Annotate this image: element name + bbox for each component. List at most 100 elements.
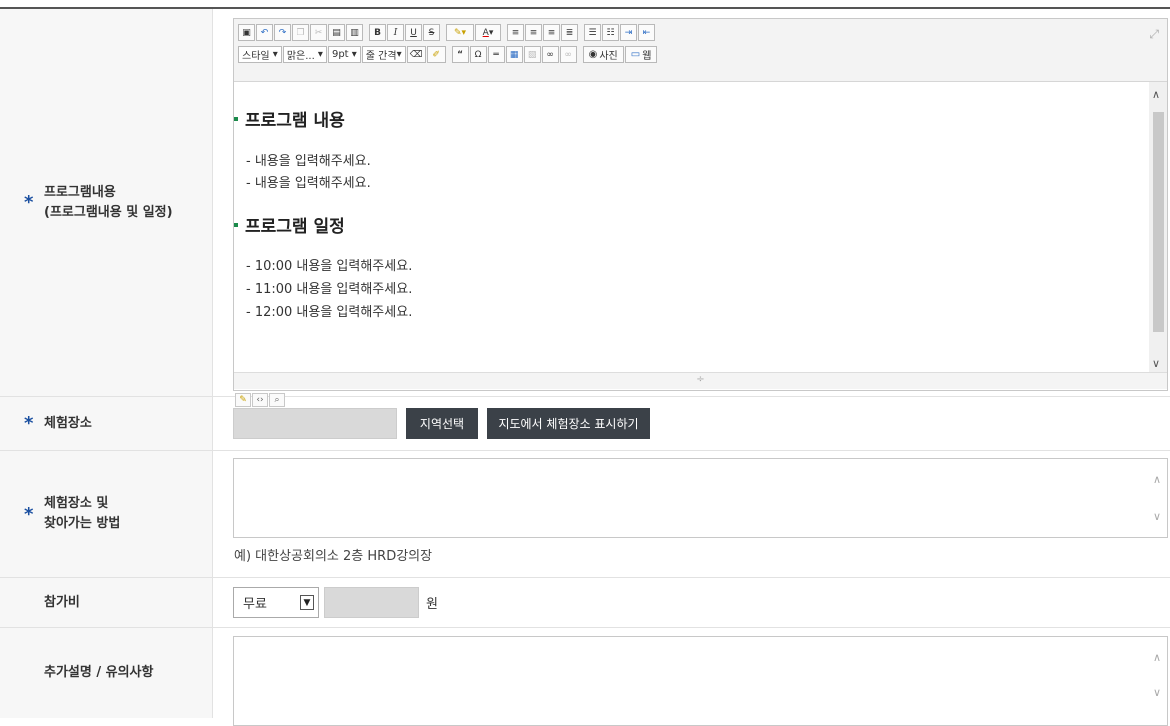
scroll-up-icon[interactable]: ∧ [1153,651,1161,664]
size-select[interactable]: 9pt ▾ [327,46,361,63]
fee-unit: 원 [426,597,438,612]
undo-icon[interactable]: ↶ [256,24,273,41]
editor-content-area[interactable]: 프로그램 내용 - 내용을 입력해주세요. - 내용을 입력해주세요. 프로그램… [234,82,1149,372]
program-content-label: 프로그램내용 (프로그램내용 및 일정) [44,183,173,223]
notes-label: 추가설명 / 유의사항 [44,665,154,680]
fee-type-select[interactable]: 무료 ▼ [233,587,319,618]
link-icon[interactable]: ∞ [541,46,559,63]
highlight-color-icon[interactable]: ✎▾ [446,24,474,41]
label-line1: 프로그램내용 [44,184,116,200]
special-char-icon[interactable]: Ω [469,46,487,63]
toolbar-row-2: 스타일 ▾ 맑은... ▾ 9pt ▾ 줄 간격 ▾ ⌫ ✐ “ Ω ═ ▦ ▧ … [238,46,658,63]
format-painter-icon[interactable]: ✐ [426,46,446,63]
editor-toolbar: ▣ ↶ ↷ ❐ ✂ ▤ ▥ B I U S ✎▾ A ▾ ≡ ≡ ≡ ≣ ☰ ☷… [234,19,1167,82]
photo-button[interactable]: ◉ 사진 [582,46,624,63]
required-mark: * [24,503,34,525]
editor-resize-handle[interactable]: ÷ [234,372,1167,389]
directions-label-cell: * 체험장소 및 찾아가는 방법 [0,451,213,577]
redo-icon[interactable]: ↷ [274,24,291,41]
camera-icon: ◉ [588,49,598,60]
table-icon[interactable]: ▦ [505,46,523,63]
eraser-icon[interactable]: ⌫ [406,46,426,63]
table-edit-icon[interactable]: ▧ [523,46,541,63]
line-spacing-select[interactable]: 줄 간격 ▾ [361,46,406,63]
fee-content-cell: 무료 ▼ 원 [213,578,1170,627]
cut-icon[interactable]: ✂ [310,24,327,41]
scroll-up-icon[interactable]: ∧ [1153,473,1161,486]
print-icon[interactable]: ▣ [238,24,255,41]
directions-label: 체험장소 및 찾아가는 방법 [44,494,120,534]
style-select[interactable]: 스타일 ▾ [238,46,282,63]
unordered-list-icon[interactable]: ☷ [602,24,619,41]
strikethrough-icon[interactable]: S [423,24,440,41]
schedule-line: - 10:00 내용을 입력해주세요. [246,259,413,274]
editor-heading-schedule: 프로그램 일정 [234,212,345,237]
textarea-scroll[interactable]: ∧ ∨ [1153,473,1161,523]
unlink-icon[interactable]: ∞ [559,46,577,63]
paste-icon[interactable]: ▤ [328,24,345,41]
fee-row: 참가비 무료 ▼ 원 [0,578,1170,628]
align-right-icon[interactable]: ≡ [543,24,560,41]
schedule-line: - 11:00 내용을 입력해주세요. [246,282,413,297]
notes-row: 추가설명 / 유의사항 ∧ ∨ [0,628,1170,726]
paste-text-icon[interactable]: ▥ [346,24,363,41]
web-button[interactable]: ▭ 웹 [624,46,658,63]
required-mark: * [24,413,34,434]
venue-label-cell: * 체험장소 [0,397,213,450]
fee-label: 참가비 [44,594,80,610]
notes-textarea[interactable]: ∧ ∨ [233,636,1168,726]
scroll-down-icon[interactable]: ∨ [1152,357,1160,370]
venue-label: 체험장소 [44,415,92,431]
program-content-row: * 프로그램내용 (프로그램내용 및 일정) ▣ ↶ ↷ ❐ ✂ ▤ ▥ B I [0,9,1170,407]
directions-content-cell: ∧ ∨ 예) 대한상공회의소 2층 HRD강의장 [213,451,1170,577]
directions-row: * 체험장소 및 찾아가는 방법 ∧ ∨ 예) 대한상공회의소 2층 HRD강의… [0,451,1170,578]
venue-content-cell: 지역선택 지도에서 체험장소 표시하기 [213,397,1170,450]
outdent-icon[interactable]: ⇤ [638,24,655,41]
italic-icon[interactable]: I [387,24,404,41]
copy-icon[interactable]: ❐ [292,24,309,41]
region-select-button[interactable]: 지역선택 [406,408,478,439]
directions-textarea[interactable]: ∧ ∨ [233,458,1168,538]
scroll-down-icon[interactable]: ∨ [1153,510,1161,523]
editor-scrollbar[interactable]: ∧ ∨ [1149,82,1167,372]
label-line1: 체험장소 및 [44,496,109,511]
region-input[interactable] [233,408,397,439]
notes-content-cell: ∧ ∨ [213,628,1170,726]
map-venue-button[interactable]: 지도에서 체험장소 표시하기 [487,408,650,439]
rich-text-editor: ▣ ↶ ↷ ❐ ✂ ▤ ▥ B I U S ✎▾ A ▾ ≡ ≡ ≡ ≣ ☰ ☷… [233,18,1168,391]
chevron-down-icon[interactable]: ▼ [300,595,314,610]
textarea-scroll[interactable]: ∧ ∨ [1153,651,1161,699]
align-center-icon[interactable]: ≡ [525,24,542,41]
indent-icon[interactable]: ⇥ [620,24,637,41]
web-image-icon: ▭ [630,49,641,60]
heading-bullet-icon [234,117,238,121]
font-color-icon[interactable]: A ▾ [475,24,501,41]
align-justify-icon[interactable]: ≣ [561,24,578,41]
label-line2: (프로그램내용 및 일정) [44,204,173,220]
label-line2: 찾아가는 방법 [44,516,121,531]
align-left-icon[interactable]: ≡ [507,24,524,41]
horizontal-rule-icon[interactable]: ═ [487,46,505,63]
quote-icon[interactable]: “ [451,46,469,63]
expand-icon[interactable]: ⤢ [1149,27,1159,42]
required-mark: * [24,192,34,213]
toolbar-row-1: ▣ ↶ ↷ ❐ ✂ ▤ ▥ B I U S ✎▾ A ▾ ≡ ≡ ≡ ≣ ☰ ☷… [238,24,655,41]
venue-row: * 체험장소 지역선택 지도에서 체험장소 표시하기 [0,397,1170,451]
fee-select-value: 무료 [243,597,267,612]
program-content-cell: ▣ ↶ ↷ ❐ ✂ ▤ ▥ B I U S ✎▾ A ▾ ≡ ≡ ≡ ≣ ☰ ☷… [213,9,1170,407]
scroll-thumb[interactable] [1153,112,1164,332]
fee-label-cell: 참가비 [0,578,213,627]
bold-icon[interactable]: B [369,24,386,41]
schedule-line: - 12:00 내용을 입력해주세요. [246,305,413,320]
font-select[interactable]: 맑은... ▾ [282,46,327,63]
scroll-down-icon[interactable]: ∨ [1153,686,1161,699]
directions-hint: 예) 대한상공회의소 2층 HRD강의장 [234,549,433,564]
editor-heading-program: 프로그램 내용 [234,106,345,131]
ordered-list-icon[interactable]: ☰ [584,24,601,41]
program-content-label-cell: * 프로그램내용 (프로그램내용 및 일정) [0,9,213,396]
content-line: - 내용을 입력해주세요. [246,154,371,169]
fee-amount-input[interactable] [324,587,419,618]
scroll-up-icon[interactable]: ∧ [1152,88,1160,101]
underline-icon[interactable]: U [405,24,422,41]
content-line: - 내용을 입력해주세요. [246,176,371,191]
